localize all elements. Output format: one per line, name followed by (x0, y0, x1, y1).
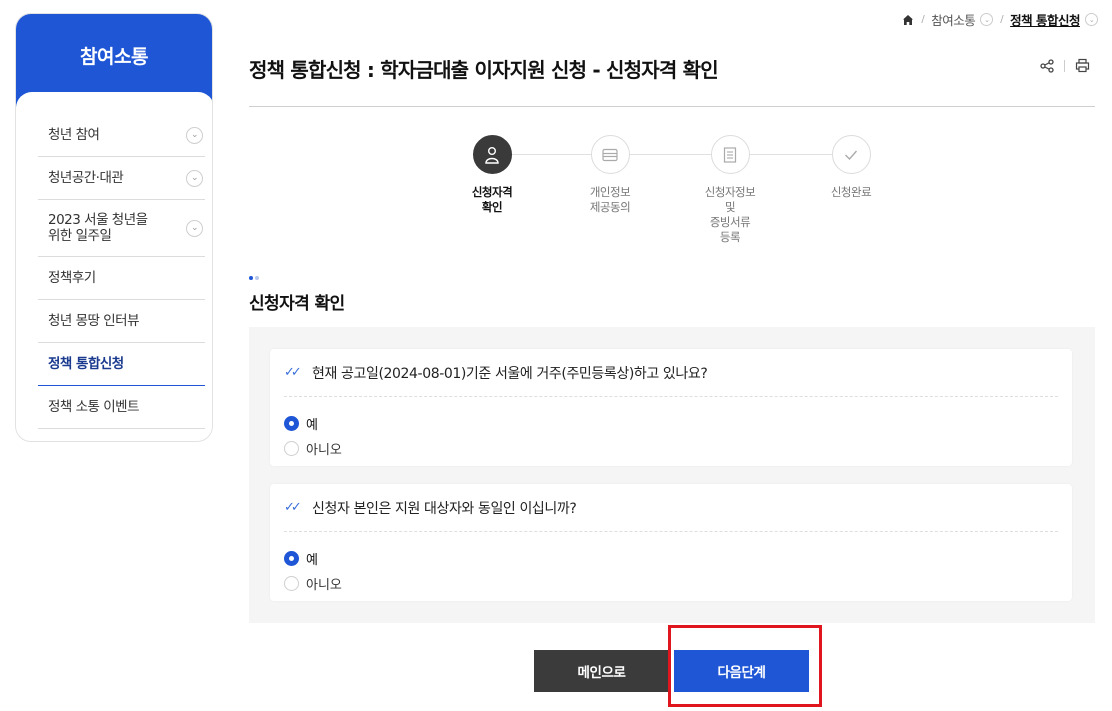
radio-option-yes[interactable]: 예 (284, 546, 1072, 571)
sidebar-item-youth-space[interactable]: 청년공간·대관 ⌄ (38, 157, 205, 200)
question-text: 신청자 본인은 지원 대상자와 동일인 이십니까? (312, 500, 577, 517)
step-circle (831, 135, 871, 174)
document-icon (723, 146, 737, 163)
main-page-button[interactable]: 메인으로 (534, 650, 669, 692)
step-connector-line (492, 154, 852, 155)
section-dots-icon (249, 276, 259, 280)
chevron-down-icon[interactable]: ⌄ (186, 219, 203, 237)
sidebar-item-label: 정책후기 (48, 270, 96, 286)
step-privacy-consent: 개인정보 제공동의 (570, 135, 650, 215)
question-text-row: ✓✓ 현재 공고일(2024-08-01)기준 서울에 거주(주민등록상)하고 … (284, 349, 1058, 397)
sidebar-item-label: 정책 소통 이벤트 (48, 399, 140, 415)
check-icon (845, 150, 858, 160)
radio-group: 예 아니오 (270, 397, 1072, 461)
chevron-down-icon[interactable]: ⌄ (980, 13, 994, 26)
sidebar-item-youth-interview[interactable]: 청년 몽땅 인터뷰 (38, 300, 205, 343)
radio-label: 예 (306, 553, 318, 568)
title-tools (1040, 58, 1090, 73)
step-label: 신청자격 확인 (471, 185, 513, 214)
step-eligibility: 신청자격 확인 (452, 135, 532, 215)
sidebar-item-policy-review[interactable]: 정책후기 (38, 257, 205, 300)
question-panel: ✓✓ 현재 공고일(2024-08-01)기준 서울에 거주(주민등록상)하고 … (249, 327, 1095, 623)
page-root: 참여소통 청년 참여 ⌄ 청년공간·대관 ⌄ 2023 서울 청년을 위한 일주… (0, 0, 1112, 711)
radio-button[interactable] (284, 551, 299, 566)
question-card: ✓✓ 신청자 본인은 지원 대상자와 동일인 이십니까? 예 아니오 (270, 484, 1072, 601)
tool-divider (1064, 59, 1065, 72)
radio-button[interactable] (284, 416, 299, 431)
step-indicator: 신청자격 확인 개인정보 제공동의 신청자정보 및 증빙서류 등록 신청완료 (452, 135, 892, 255)
card-icon (602, 148, 618, 161)
sidebar-item-seoul-youth-week[interactable]: 2023 서울 청년을 위한 일주일 ⌄ (38, 200, 205, 257)
double-check-icon: ✓✓ (284, 500, 302, 515)
sidebar-item-label: 청년 참여 (48, 127, 100, 143)
breadcrumb-separator: / (1000, 14, 1004, 25)
question-card: ✓✓ 현재 공고일(2024-08-01)기준 서울에 거주(주민등록상)하고 … (270, 349, 1072, 466)
sidebar: 참여소통 청년 참여 ⌄ 청년공간·대관 ⌄ 2023 서울 청년을 위한 일주… (15, 13, 213, 442)
share-icon[interactable] (1040, 58, 1054, 73)
breadcrumb: / 참여소통 ⌄ / 정책 통합신청 ⌄ (902, 10, 1098, 29)
sidebar-item-policy-event[interactable]: 정책 소통 이벤트 (38, 386, 205, 429)
radio-label: 아니오 (306, 578, 342, 593)
radio-label: 아니오 (306, 443, 342, 458)
sidebar-item-label: 2023 서울 청년을 위한 일주일 (48, 212, 148, 244)
sidebar-item-youth-participation[interactable]: 청년 참여 ⌄ (38, 114, 205, 157)
radio-option-yes[interactable]: 예 (284, 411, 1072, 436)
breadcrumb-item-participation[interactable]: 참여소통 (931, 10, 976, 29)
chevron-down-icon[interactable]: ⌄ (1085, 13, 1098, 26)
step-circle (590, 135, 630, 174)
double-check-icon: ✓✓ (284, 365, 302, 380)
title-divider (249, 106, 1095, 107)
step-circle (472, 135, 512, 174)
breadcrumb-item-current[interactable]: 정책 통합신청 (1010, 10, 1080, 29)
step-circle (710, 135, 750, 174)
step-label: 신청자정보 및 증빙서류 등록 (704, 185, 756, 244)
page-title: 정책 통합신청 : 학자금대출 이자지원 신청 - 신청자격 확인 (249, 58, 719, 82)
radio-label: 예 (306, 418, 318, 433)
radio-option-no[interactable]: 아니오 (284, 571, 1072, 596)
sidebar-item-label: 청년 몽땅 인터뷰 (48, 313, 140, 329)
sidebar-menu: 청년 참여 ⌄ 청년공간·대관 ⌄ 2023 서울 청년을 위한 일주일 ⌄ 정… (38, 114, 205, 429)
step-label: 개인정보 제공동의 (589, 185, 631, 214)
radio-button[interactable] (284, 441, 299, 456)
highlight-box (668, 625, 822, 707)
home-icon[interactable] (902, 14, 914, 26)
step-label: 신청완료 (830, 185, 872, 199)
question-text-row: ✓✓ 신청자 본인은 지원 대상자와 동일인 이십니까? (284, 484, 1058, 532)
person-icon (485, 146, 499, 164)
sidebar-item-policy-application[interactable]: 정책 통합신청 (38, 343, 205, 386)
print-icon[interactable] (1075, 58, 1090, 73)
chevron-down-icon[interactable]: ⌄ (186, 169, 203, 187)
step-applicant-info: 신청자정보 및 증빙서류 등록 (690, 135, 770, 245)
radio-button[interactable] (284, 576, 299, 591)
sidebar-item-label: 정책 통합신청 (48, 356, 124, 372)
question-text: 현재 공고일(2024-08-01)기준 서울에 거주(주민등록상)하고 있나요… (312, 365, 708, 382)
breadcrumb-separator: / (921, 14, 925, 25)
section-title: 신청자격 확인 (249, 294, 345, 314)
step-complete: 신청완료 (811, 135, 891, 200)
radio-option-no[interactable]: 아니오 (284, 436, 1072, 461)
sidebar-item-label: 청년공간·대관 (48, 170, 124, 186)
chevron-down-icon[interactable]: ⌄ (186, 126, 203, 144)
radio-group: 예 아니오 (270, 532, 1072, 596)
